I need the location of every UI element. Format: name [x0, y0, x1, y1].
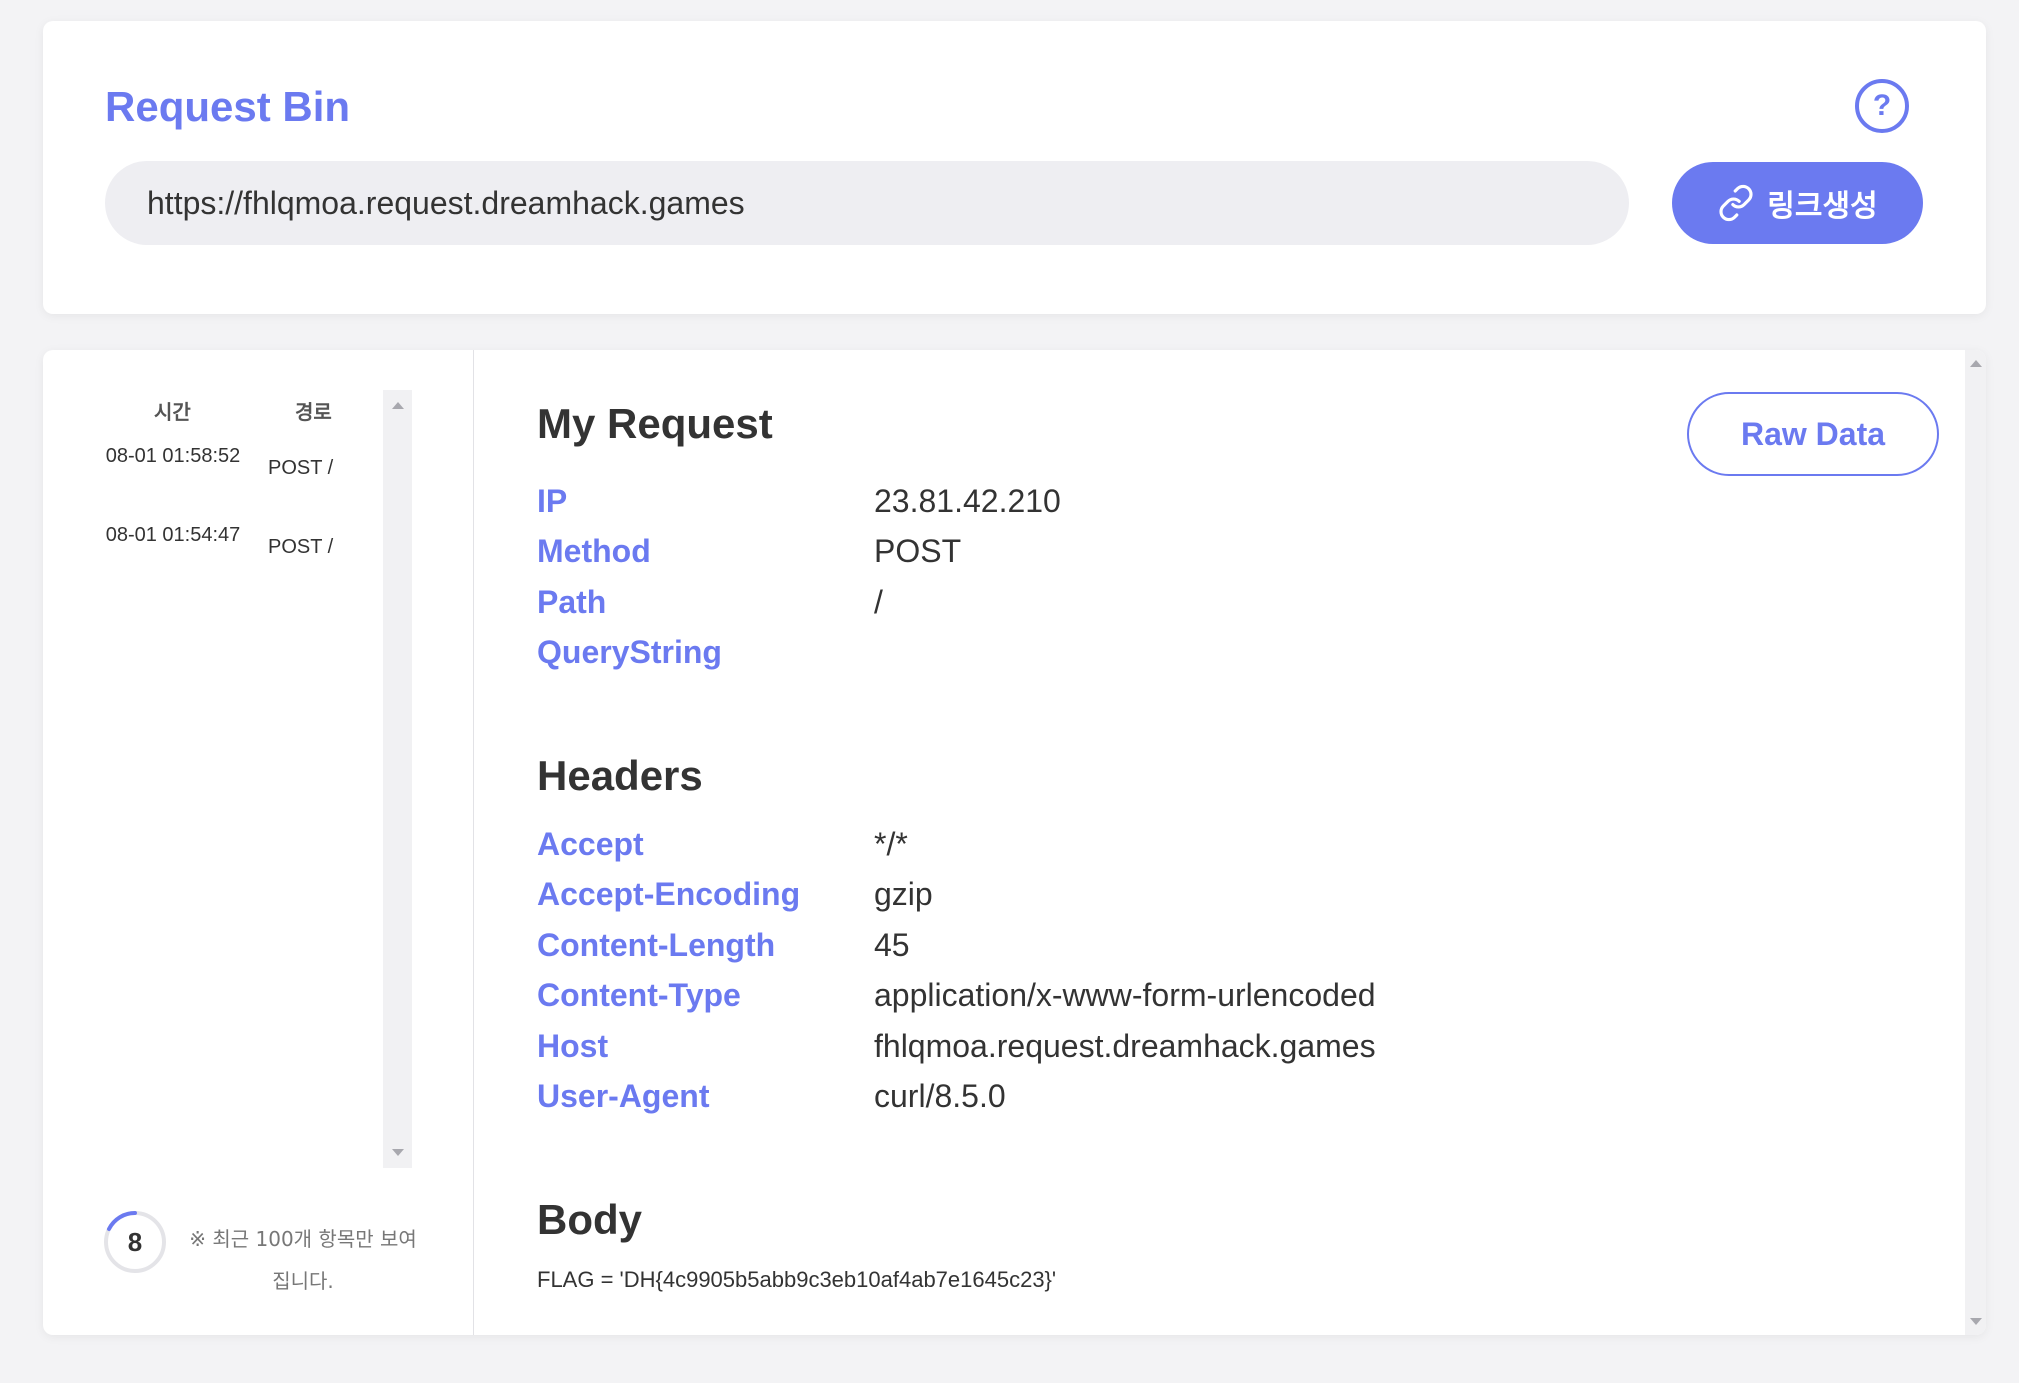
request-list-panel: 시간 경로 08-01 01:58:52 POST / 08-01 01:54:…	[43, 350, 474, 1335]
request-list-item[interactable]: 08-01 01:54:47 POST /	[98, 520, 398, 590]
field-key-ip: IP	[537, 483, 568, 519]
scroll-up-arrow-icon[interactable]	[1970, 360, 1982, 367]
request-list-scrollbar[interactable]	[383, 390, 412, 1168]
help-button[interactable]: ?	[1855, 79, 1909, 133]
request-bin-header-card: Request Bin ? 링크생성	[43, 21, 1986, 314]
header-value-accept-encoding: gzip	[874, 876, 933, 912]
header-key-content-type: Content-Type	[537, 977, 741, 1013]
scroll-up-arrow-icon[interactable]	[392, 402, 404, 409]
link-icon	[1719, 184, 1753, 222]
request-count: 8	[127, 1226, 143, 1257]
create-link-label: 링크생성	[1767, 189, 1878, 224]
section-title-headers: Headers	[537, 752, 703, 799]
header-value-content-length: 45	[874, 927, 910, 963]
field-key-path: Path	[537, 584, 607, 620]
header-value-accept: */*	[874, 826, 908, 862]
header-value-user-agent: curl/8.5.0	[874, 1078, 1006, 1114]
request-body-content: FLAG = 'DH{4c9905b5abb9c3eb10af4ab7e1645…	[537, 1267, 1057, 1292]
header-key-accept: Accept	[537, 826, 644, 862]
bin-url-input[interactable]	[105, 161, 1629, 245]
section-title-body: Body	[537, 1196, 642, 1243]
field-value-ip: 23.81.42.210	[874, 483, 1061, 519]
field-value-path: /	[874, 584, 883, 620]
field-value-method: POST	[874, 533, 962, 569]
request-list-item[interactable]: 08-01 01:58:52 POST /	[98, 441, 398, 511]
request-detail-panel: My Request Raw Data IP 23.81.42.210 Meth…	[475, 350, 1965, 1335]
list-limit-note: ※ 최근 100개 항목만 보여집니다.	[189, 1227, 417, 1293]
header-key-accept-encoding: Accept-Encoding	[537, 876, 801, 912]
request-time: 08-01 01:54:47	[105, 524, 241, 546]
page-title: Request Bin	[105, 83, 351, 130]
column-header-path: 경로	[295, 400, 332, 424]
scroll-down-arrow-icon[interactable]	[392, 1149, 404, 1156]
raw-data-button[interactable]: Raw Data	[1687, 392, 1939, 476]
request-viewer-card: 시간 경로 08-01 01:58:52 POST / 08-01 01:54:…	[43, 350, 1986, 1335]
scroll-down-arrow-icon[interactable]	[1970, 1318, 1982, 1325]
header-value-content-type: application/x-www-form-urlencoded	[874, 977, 1376, 1013]
header-key-host: Host	[537, 1028, 609, 1064]
request-time: 08-01 01:58:52	[105, 445, 241, 467]
create-link-button[interactable]: 링크생성	[1672, 162, 1923, 244]
header-key-user-agent: User-Agent	[537, 1078, 710, 1114]
field-key-querystring: QueryString	[537, 634, 722, 670]
header-key-content-length: Content-Length	[537, 927, 776, 963]
request-path: POST /	[268, 536, 334, 558]
detail-scrollbar[interactable]	[1965, 350, 1986, 1335]
section-title-request: My Request	[537, 400, 773, 447]
question-mark-icon: ?	[1872, 89, 1892, 122]
field-key-method: Method	[537, 533, 651, 569]
header-value-host: fhlqmoa.request.dreamhack.games	[874, 1028, 1376, 1064]
column-header-time: 시간	[154, 400, 191, 424]
request-path: POST /	[268, 457, 334, 479]
